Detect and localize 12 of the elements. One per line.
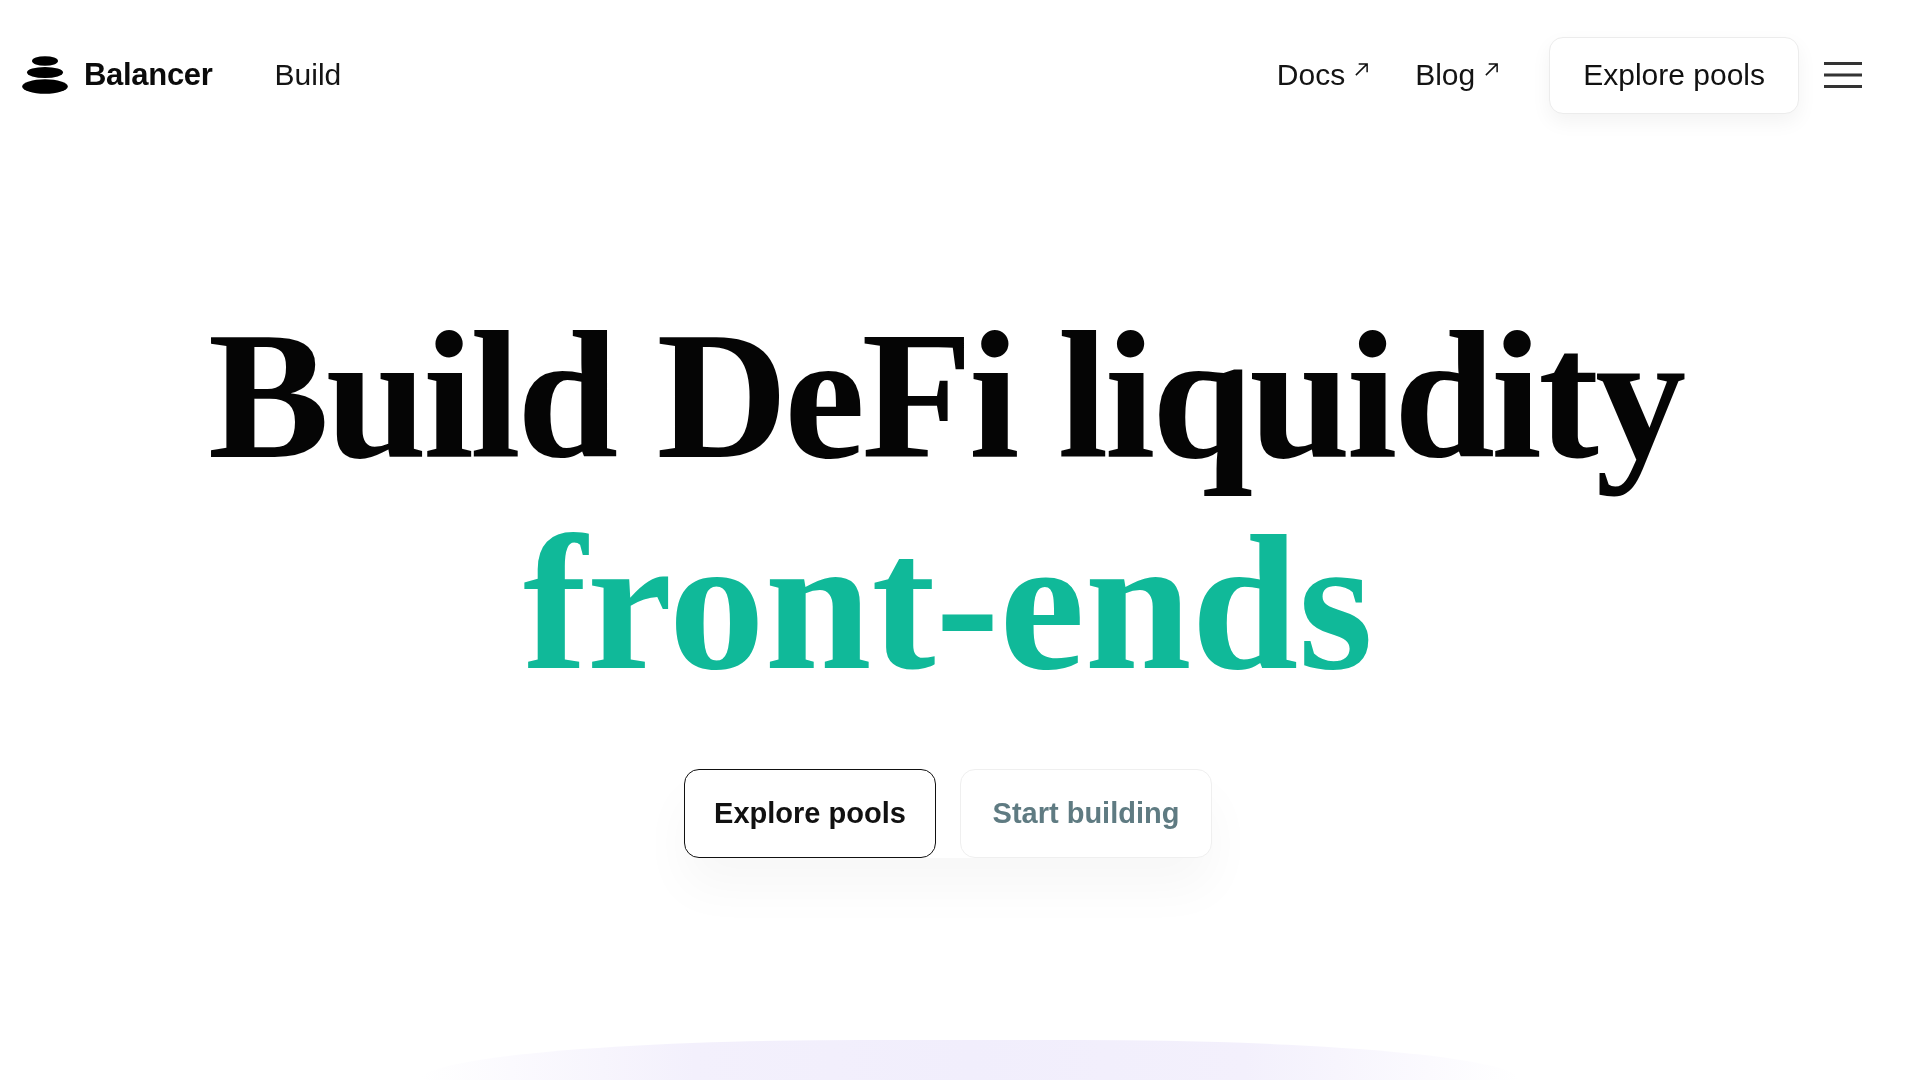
nav-link[interactable]: Build [274,58,342,92]
hero-heading-line: front-ends [522,497,1374,711]
logo-link[interactable]: Balancer [22,56,213,94]
menu-button[interactable] [1824,62,1862,88]
hero-heading-line: Build DeFi liquidity [206,295,1685,497]
start-building-button[interactable]: Start building [960,769,1212,858]
stacked-stones-logo-icon [22,56,68,94]
menu-icon [1824,62,1862,88]
explore-pools-button[interactable]: Explore pools [684,769,936,858]
nav-link[interactable]: Blog [1415,58,1500,92]
explore-pools-button[interactable]: Explore pools [1549,36,1799,114]
nav-link[interactable]: Docs [1276,58,1370,92]
